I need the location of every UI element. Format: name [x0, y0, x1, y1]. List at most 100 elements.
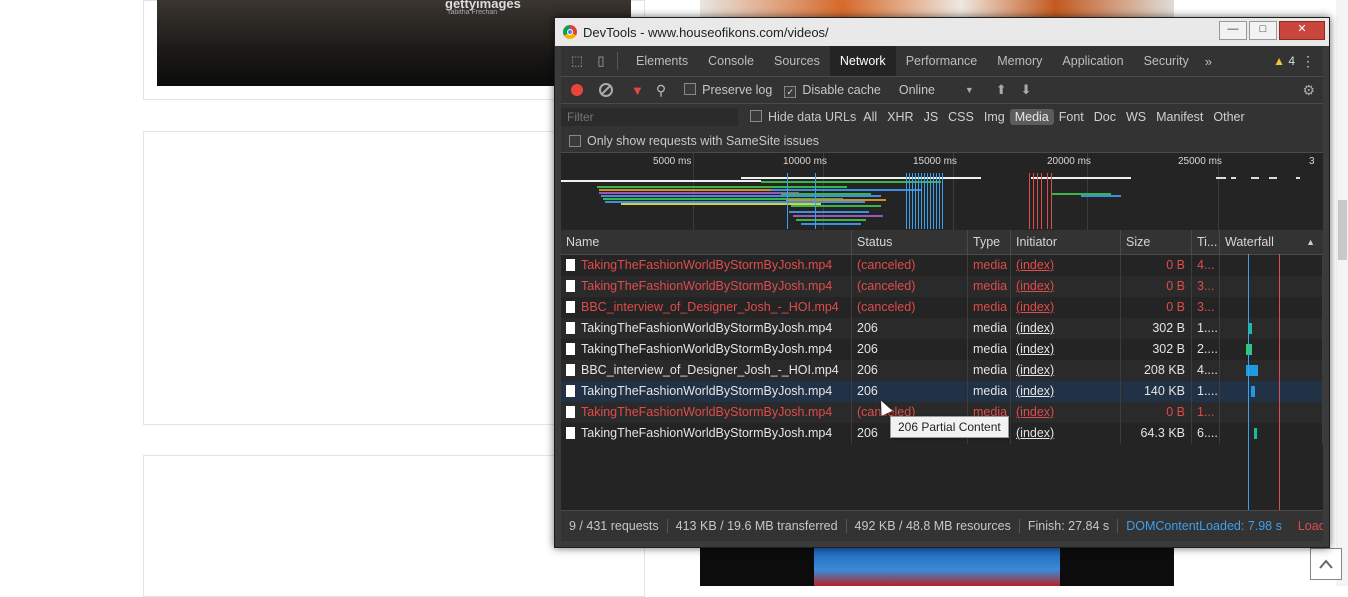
minimize-button[interactable]: — — [1219, 21, 1247, 40]
maximize-button[interactable]: □ — [1249, 21, 1277, 40]
filter-type-doc[interactable]: Doc — [1089, 109, 1121, 125]
hide-data-urls-box[interactable] — [750, 110, 762, 122]
page-scrollbar-thumb[interactable] — [1338, 200, 1347, 260]
waterfall-bar — [1251, 386, 1255, 397]
filter-type-img[interactable]: Img — [979, 109, 1010, 125]
initiator-link[interactable]: (index) — [1016, 300, 1054, 314]
hide-data-urls-checkbox[interactable]: Hide data URLs — [750, 110, 856, 124]
waterfall-dcl-line — [1248, 254, 1249, 511]
filter-type-ws[interactable]: WS — [1121, 109, 1151, 125]
request-name-cell[interactable]: TakingTheFashionWorldByStormByJosh.mp4 — [561, 423, 852, 444]
filter-type-media[interactable]: Media — [1009, 109, 1054, 125]
inspect-element-icon[interactable]: ⬚ — [569, 53, 585, 69]
close-button[interactable]: ✕ — [1279, 21, 1325, 40]
column-waterfall[interactable]: Waterfall ▲ — [1220, 230, 1323, 254]
request-name-cell[interactable]: TakingTheFashionWorldByStormByJosh.mp4 — [561, 402, 852, 423]
file-icon — [566, 343, 575, 355]
overview-tick-label: 3 — [1309, 156, 1315, 167]
tab-security[interactable]: Security — [1134, 46, 1199, 76]
request-waterfall — [1220, 423, 1323, 444]
search-icon[interactable]: ⚲ — [656, 82, 666, 99]
overview-load-line — [1037, 173, 1038, 229]
request-time: 1... — [1192, 402, 1220, 423]
device-toolbar-icon[interactable]: ▯ — [593, 53, 609, 69]
network-overview[interactable]: 5000 ms 10000 ms 15000 ms 20000 ms 25000 ms 3 — [561, 153, 1323, 234]
filter-type-all[interactable]: All — [858, 109, 882, 125]
page-scrollbar[interactable] — [1336, 0, 1348, 586]
import-har-icon[interactable]: ⬆ — [996, 82, 1007, 98]
request-initiator-cell: (index) — [1011, 423, 1121, 444]
tab-network[interactable]: Network — [829, 46, 896, 76]
filter-type-manifest[interactable]: Manifest — [1151, 109, 1208, 125]
tab-memory[interactable]: Memory — [987, 46, 1052, 76]
request-name-cell[interactable]: TakingTheFashionWorldByStormByJosh.mp4 — [561, 381, 852, 402]
request-name-cell[interactable]: BBC_interview_of_Designer_Josh_-_HOI.mp4 — [561, 360, 852, 381]
overview-request-bar — [793, 215, 883, 217]
request-name-cell[interactable]: BBC_interview_of_Designer_Josh_-_HOI.mp4 — [561, 297, 852, 318]
request-name-cell[interactable]: TakingTheFashionWorldByStormByJosh.mp4 — [561, 255, 852, 276]
disable-cache-box[interactable]: ✓ — [784, 85, 797, 98]
initiator-link[interactable]: (index) — [1016, 279, 1054, 293]
column-size[interactable]: Size — [1121, 230, 1192, 254]
table-row[interactable]: TakingTheFashionWorldByStormByJosh.mp4 20… — [561, 339, 1323, 360]
table-row[interactable]: BBC_interview_of_Designer_Josh_-_HOI.mp4… — [561, 360, 1323, 381]
filter-type-font[interactable]: Font — [1054, 109, 1089, 125]
column-type[interactable]: Type — [968, 230, 1011, 254]
customize-menu-icon[interactable]: ⋮ — [1301, 46, 1315, 76]
initiator-link[interactable]: (index) — [1016, 363, 1054, 377]
samesite-checkbox[interactable] — [569, 135, 581, 147]
initiator-link[interactable]: (index) — [1016, 342, 1054, 356]
table-row[interactable]: TakingTheFashionWorldByStormByJosh.mp4 20… — [561, 318, 1323, 339]
initiator-link[interactable]: (index) — [1016, 258, 1054, 272]
column-status[interactable]: Status — [852, 230, 968, 254]
export-har-icon[interactable]: ⬇ — [1021, 82, 1032, 98]
warnings-badge[interactable]: ▲ 4 — [1273, 46, 1295, 76]
filter-type-other[interactable]: Other — [1208, 109, 1249, 125]
tab-performance[interactable]: Performance — [896, 46, 988, 76]
overview-request-bar — [1216, 177, 1226, 179]
column-initiator[interactable]: Initiator — [1011, 230, 1121, 254]
preserve-log-box[interactable] — [684, 83, 697, 95]
disable-cache-checkbox[interactable]: ✓ Disable cache — [784, 83, 881, 98]
request-name-cell[interactable]: TakingTheFashionWorldByStormByJosh.mp4 — [561, 339, 852, 360]
file-icon — [566, 385, 575, 397]
filter-icon[interactable]: ▼ — [631, 83, 644, 98]
filter-type-css[interactable]: CSS — [943, 109, 979, 125]
table-row[interactable]: BBC_interview_of_Designer_Josh_-_HOI.mp4… — [561, 297, 1323, 318]
scroll-to-top-button[interactable] — [1310, 548, 1342, 580]
throttling-select[interactable]: Online — [899, 83, 959, 97]
tab-application[interactable]: Application — [1052, 46, 1133, 76]
initiator-link[interactable]: (index) — [1016, 426, 1054, 440]
window-titlebar[interactable]: DevTools - www.houseofikons.com/videos/ … — [555, 18, 1329, 46]
request-initiator-cell: (index) — [1011, 402, 1121, 423]
page-photo-2[interactable] — [700, 0, 1174, 18]
filter-type-xhr[interactable]: XHR — [882, 109, 918, 125]
tab-console[interactable]: Console — [698, 46, 764, 76]
column-time[interactable]: Ti... — [1192, 230, 1220, 254]
table-row[interactable]: TakingTheFashionWorldByStormByJosh.mp4 20… — [561, 381, 1323, 402]
request-name-cell[interactable]: TakingTheFashionWorldByStormByJosh.mp4 — [561, 318, 852, 339]
request-initiator-cell: (index) — [1011, 360, 1121, 381]
request-type: media — [968, 318, 1011, 339]
filter-input[interactable] — [561, 108, 738, 126]
tab-sources[interactable]: Sources — [764, 46, 830, 76]
overview-request-bar — [786, 199, 886, 201]
initiator-link[interactable]: (index) — [1016, 321, 1054, 335]
more-tabs-button[interactable]: » — [1199, 54, 1218, 69]
settings-gear-icon[interactable]: ⚙ — [1302, 82, 1315, 99]
initiator-link[interactable]: (index) — [1016, 405, 1054, 419]
initiator-link[interactable]: (index) — [1016, 384, 1054, 398]
column-name[interactable]: Name — [561, 230, 852, 254]
request-time: 3... — [1192, 297, 1220, 318]
clear-icon[interactable] — [599, 83, 613, 97]
tab-elements[interactable]: Elements — [626, 46, 698, 76]
chevron-down-icon[interactable]: ▼ — [965, 85, 974, 95]
record-button[interactable] — [571, 84, 583, 96]
table-row[interactable]: TakingTheFashionWorldByStormByJosh.mp4 (c… — [561, 255, 1323, 276]
filter-type-js[interactable]: JS — [919, 109, 944, 125]
preserve-log-checkbox[interactable]: Preserve log — [684, 83, 772, 97]
page-photo-3[interactable] — [700, 546, 1174, 586]
table-row[interactable]: TakingTheFashionWorldByStormByJosh.mp4 (c… — [561, 276, 1323, 297]
overview-request-bar — [796, 219, 866, 221]
request-name-cell[interactable]: TakingTheFashionWorldByStormByJosh.mp4 — [561, 276, 852, 297]
